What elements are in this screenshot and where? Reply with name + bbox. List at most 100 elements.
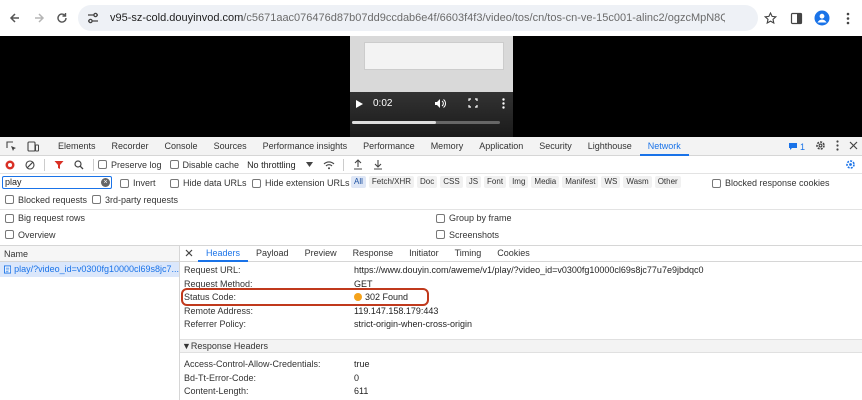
filter-type-fetchxhr[interactable]: Fetch/XHR: [368, 176, 415, 188]
overview-checkbox[interactable]: Overview: [5, 230, 56, 240]
inspect-element-icon[interactable]: [0, 137, 22, 156]
tab-performance-insights[interactable]: Performance insights: [255, 137, 356, 156]
back-icon[interactable]: [4, 7, 26, 29]
request-row[interactable]: play/?video_id=v0300fg10000cl69s8jc7...: [0, 262, 179, 277]
blocked-response-cookies-label: Blocked response cookies: [725, 178, 830, 188]
throttling-value: No throttling: [247, 159, 296, 170]
invert-checkbox[interactable]: Invert: [120, 178, 156, 188]
forward-icon[interactable]: [28, 7, 50, 29]
preserve-log-checkbox[interactable]: Preserve log: [98, 160, 162, 170]
tab-security[interactable]: Security: [531, 137, 580, 156]
volume-icon[interactable]: [434, 98, 446, 112]
play-icon[interactable]: [355, 99, 364, 112]
issues-badge[interactable]: 1: [788, 142, 805, 152]
network-settings-gear-icon[interactable]: [840, 156, 860, 174]
disable-cache-checkbox[interactable]: Disable cache: [169, 160, 239, 170]
settings-row-1: Big request rows Group by frame: [0, 209, 862, 226]
filter-type-font[interactable]: Font: [484, 176, 507, 188]
detail-tab-preview[interactable]: Preview: [297, 245, 345, 262]
clear-icon[interactable]: [20, 156, 40, 174]
filter-type-ws[interactable]: WS: [601, 176, 621, 188]
devtools-tab-bar: Elements Recorder Console Sources Performanc…: [0, 137, 862, 156]
fullscreen-icon[interactable]: [468, 98, 478, 111]
url-path: /c5671aac076476d87b07dd9ccdab6e4f/6603f4…: [243, 12, 725, 24]
video-time: 0:02: [373, 98, 393, 109]
filter-bar-second-row: Blocked requests 3rd-party requests: [0, 191, 862, 208]
devtools-menu-icon[interactable]: [836, 140, 839, 153]
header-value: strict-origin-when-cross-origin: [354, 319, 473, 329]
record-stop-icon[interactable]: [0, 156, 20, 174]
search-icon[interactable]: [69, 156, 89, 174]
bookmark-star-icon[interactable]: [760, 7, 780, 29]
url-host: v95-sz-cold.douyinvod.com: [110, 12, 244, 24]
profile-avatar-icon[interactable]: [812, 7, 832, 29]
hide-extension-urls-checkbox[interactable]: Hide extension URLs: [252, 178, 350, 188]
chevron-down-icon: [305, 162, 313, 167]
issues-count: 1: [799, 141, 805, 152]
hide-data-urls-checkbox[interactable]: Hide data URLs: [170, 178, 247, 188]
detail-tab-timing[interactable]: Timing: [447, 245, 490, 262]
filter-type-doc[interactable]: Doc: [417, 176, 438, 188]
browser-menu-icon[interactable]: [838, 7, 858, 29]
video-player[interactable]: 0:02: [350, 36, 513, 137]
reload-icon[interactable]: [51, 7, 73, 29]
blocked-response-cookies-checkbox[interactable]: Blocked response cookies: [712, 178, 830, 188]
filter-type-manifest[interactable]: Manifest: [562, 176, 599, 188]
clear-filter-icon[interactable]: ×: [101, 178, 110, 187]
name-column-header[interactable]: Name: [0, 246, 179, 262]
filter-type-other[interactable]: Other: [654, 176, 681, 188]
filter-type-js[interactable]: JS: [465, 176, 482, 188]
third-party-label: 3rd-party requests: [105, 194, 179, 205]
invert-label: Invert: [133, 178, 156, 188]
settings-gear-icon[interactable]: [815, 140, 826, 153]
hide-extension-urls-label: Hide extension URLs: [265, 178, 350, 188]
video-progress-bar[interactable]: [352, 121, 500, 124]
close-devtools-icon[interactable]: [849, 141, 858, 152]
detail-tab-response[interactable]: Response: [345, 245, 402, 262]
request-list: Name play/?video_id=v0300fg10000cl69s8jc…: [0, 245, 180, 400]
close-detail-icon[interactable]: [180, 249, 198, 259]
header-key: Request URL:: [184, 265, 241, 275]
screenshots-checkbox[interactable]: Screenshots: [436, 230, 499, 240]
tab-recorder[interactable]: Recorder: [104, 137, 157, 156]
site-info-icon[interactable]: [86, 10, 102, 26]
tab-memory[interactable]: Memory: [423, 137, 472, 156]
status-code-highlight: [181, 288, 429, 306]
filter-type-all[interactable]: All: [351, 176, 366, 188]
export-har-icon[interactable]: [368, 156, 388, 174]
tab-console[interactable]: Console: [157, 137, 206, 156]
filter-type-css[interactable]: CSS: [440, 176, 463, 188]
video-more-icon[interactable]: [502, 98, 505, 112]
filter-input[interactable]: play ×: [2, 176, 112, 189]
detail-tab-cookies[interactable]: Cookies: [489, 245, 538, 262]
third-party-checkbox[interactable]: 3rd-party requests: [92, 195, 178, 205]
blocked-requests-checkbox[interactable]: Blocked requests: [5, 195, 87, 205]
tab-network[interactable]: Network: [639, 137, 689, 156]
throttling-select[interactable]: No throttling: [247, 160, 313, 170]
response-headers-section[interactable]: ▼Response Headers: [180, 339, 862, 353]
tab-application[interactable]: Application: [471, 137, 531, 156]
header-key: Referrer Policy:: [184, 319, 247, 329]
detail-tab-initiator[interactable]: Initiator: [401, 245, 447, 262]
device-toolbar-icon[interactable]: [22, 137, 44, 156]
filter-type-media[interactable]: Media: [531, 176, 560, 188]
header-key: Remote Address:: [184, 306, 254, 316]
network-conditions-icon[interactable]: [319, 156, 339, 174]
detail-tab-payload[interactable]: Payload: [248, 245, 297, 262]
import-har-icon[interactable]: [348, 156, 368, 174]
request-name: play/?video_id=v0300fg10000cl69s8jc7...: [14, 264, 179, 274]
group-by-frame-checkbox[interactable]: Group by frame: [436, 213, 512, 223]
network-toolbar: Preserve log Disable cache No throttling: [0, 156, 862, 174]
filter-funnel-icon[interactable]: [49, 156, 69, 174]
big-request-rows-checkbox[interactable]: Big request rows: [5, 213, 85, 223]
tab-elements[interactable]: Elements: [50, 137, 104, 156]
filter-type-wasm[interactable]: Wasm: [623, 176, 652, 188]
filter-type-img[interactable]: Img: [509, 176, 529, 188]
side-panel-icon[interactable]: [786, 7, 806, 29]
blocked-requests-label: Blocked requests: [18, 194, 88, 205]
tab-sources[interactable]: Sources: [206, 137, 255, 156]
address-bar[interactable]: v95-sz-cold.douyinvod.com/c5671aac076476…: [78, 5, 758, 31]
tab-performance[interactable]: Performance: [355, 137, 423, 156]
detail-tab-headers[interactable]: Headers: [198, 245, 249, 262]
tab-lighthouse[interactable]: Lighthouse: [580, 137, 640, 156]
